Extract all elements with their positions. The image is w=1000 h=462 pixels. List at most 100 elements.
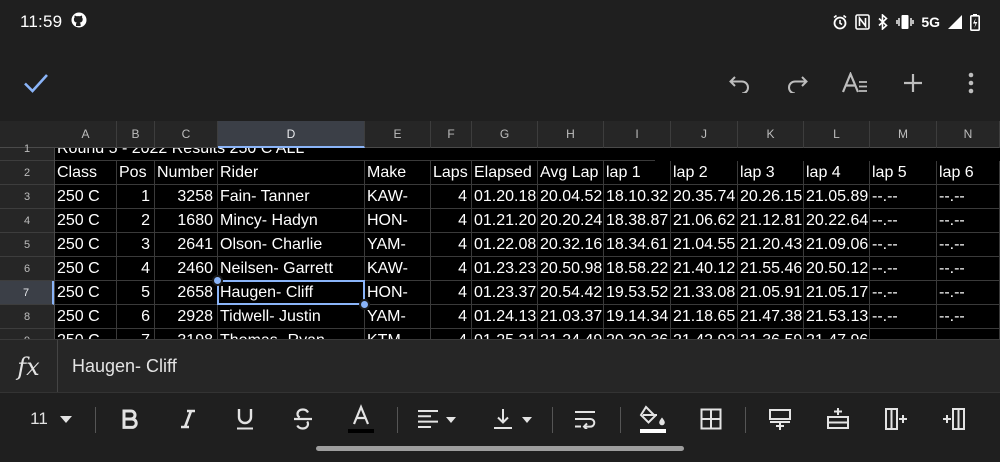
vertical-align-icon[interactable] [490,401,536,437]
row-header-3[interactable]: 3 [0,185,54,209]
table-cell[interactable]: 21.05.91 [738,281,804,305]
header-cell[interactable]: Number [155,161,218,185]
table-cell[interactable]: --.-- [937,233,1000,257]
column-header-k[interactable]: K [738,121,804,148]
table-cell[interactable]: 1 [117,185,155,209]
table-cell[interactable]: 250 C [55,233,117,257]
table-cell[interactable]: 19.14.34 [604,305,671,329]
table-cell[interactable]: KAW- [365,185,431,209]
check-icon[interactable] [21,68,51,98]
table-cell[interactable]: 18.58.22 [604,257,671,281]
header-cell[interactable]: Class [55,161,117,185]
table-cell[interactable]: --.-- [870,209,937,233]
table-cell[interactable]: 20.54.42 [538,281,604,305]
table-cell[interactable]: 2641 [155,233,218,257]
table-cell[interactable]: 3 [117,233,155,257]
table-cell[interactable]: 21.20.43 [738,233,804,257]
insert-column-left-icon[interactable] [936,401,972,437]
table-cell[interactable]: 18.34.61 [604,233,671,257]
table-cell[interactable]: 21.40.12 [671,257,738,281]
table-cell[interactable]: HON- [365,209,431,233]
table-cell[interactable]: Olson- Charlie [218,233,365,257]
table-cell[interactable]: 21.03.37 [538,305,604,329]
column-header-f[interactable]: F [431,121,472,148]
column-header-i[interactable]: I [604,121,671,148]
table-cell[interactable]: 250 C [55,281,117,305]
text-wrap-icon[interactable] [567,401,603,437]
borders-icon[interactable] [693,401,729,437]
table-cell[interactable]: --.-- [870,305,937,329]
column-header-a[interactable]: A [55,121,117,148]
table-cell[interactable]: 01.24.13 [472,305,538,329]
header-cell[interactable]: lap 2 [671,161,738,185]
horizontal-align-icon[interactable] [414,401,460,437]
underline-icon[interactable] [227,401,263,437]
table-cell[interactable]: 250 C [55,257,117,281]
selection-handle-start[interactable] [212,275,223,286]
table-cell[interactable]: 21.04.55 [671,233,738,257]
table-cell[interactable]: Neilsen- Garrett [218,257,365,281]
table-cell[interactable]: 01.23.37 [472,281,538,305]
font-size-dropdown[interactable]: 11 [22,401,80,437]
row-header-8[interactable]: 8 [0,305,54,329]
header-cell[interactable]: Rider [218,161,365,185]
table-cell[interactable]: --.-- [870,233,937,257]
table-cell[interactable]: 21.05.17 [804,281,870,305]
table-cell[interactable]: 18.10.32 [604,185,671,209]
table-cell[interactable]: Thomas- Ryan [218,329,365,339]
table-cell[interactable]: 21.55.46 [738,257,804,281]
header-cell[interactable]: Pos [117,161,155,185]
formula-input[interactable]: Haugen- Cliff [72,340,177,393]
table-cell[interactable]: 6 [117,305,155,329]
row-header-9[interactable]: 9 [0,329,54,339]
table-cell[interactable]: --.-- [937,281,1000,305]
table-cell[interactable]: --.-- [937,185,1000,209]
table-cell[interactable]: 20.50.12 [804,257,870,281]
table-cell[interactable]: 250 C [55,209,117,233]
cell-grid[interactable]: Round 5 - 2022 Results 250 C ALL Class Pos… [55,148,1000,339]
table-cell[interactable]: 18.38.87 [604,209,671,233]
table-cell[interactable]: HON- [365,281,431,305]
table-cell[interactable]: YAM- [365,233,431,257]
insert-row-below-icon[interactable] [820,401,856,437]
table-cell[interactable]: 20.26.15 [738,185,804,209]
table-cell[interactable]: 3198 [155,329,218,339]
table-cell[interactable]: 4 [431,233,472,257]
table-cell[interactable]: 2460 [155,257,218,281]
table-cell[interactable]: 01.22.08 [472,233,538,257]
home-indicator[interactable] [316,446,684,451]
table-cell[interactable]: --.-- [870,257,937,281]
header-cell[interactable]: Make [365,161,431,185]
table-cell[interactable]: 4 [431,209,472,233]
row-header-6[interactable]: 6 [0,257,54,281]
spreadsheet-grid[interactable]: ABCDEFGHIJKLMN 123456789 Round 5 - 2022 … [0,121,1000,339]
insert-row-above-icon[interactable] [762,401,798,437]
table-cell[interactable]: 21.09.06 [804,233,870,257]
table-cell[interactable]: 21.42.92 [671,329,738,339]
header-cell[interactable]: lap 1 [604,161,671,185]
table-cell[interactable]: 21.36.59 [738,329,804,339]
table-cell[interactable]: 20.30.36 [604,329,671,339]
table-cell[interactable]: 20.04.52 [538,185,604,209]
table-cell[interactable]: 250 C [55,329,117,339]
table-cell[interactable]: 01.21.20 [472,209,538,233]
table-cell[interactable]: 21.24.49 [538,329,604,339]
sheet-title-cell[interactable]: Round 5 - 2022 Results 250 C ALL [55,148,655,161]
table-cell[interactable]: 4 [431,257,472,281]
strikethrough-icon[interactable] [285,401,321,437]
bold-icon[interactable] [112,401,148,437]
row-header-2[interactable]: 2 [0,161,54,185]
table-cell[interactable]: 20.35.74 [671,185,738,209]
header-cell[interactable]: Laps [431,161,472,185]
header-cell[interactable]: lap 4 [804,161,870,185]
insert-column-right-icon[interactable] [878,401,914,437]
table-cell[interactable]: 4 [431,305,472,329]
table-cell[interactable]: 3258 [155,185,218,209]
column-header-g[interactable]: G [472,121,538,148]
table-cell[interactable]: 21.05.89 [804,185,870,209]
table-cell[interactable]: --.-- [937,209,1000,233]
table-cell[interactable]: 21.53.13 [804,305,870,329]
table-cell[interactable]: 21.47.96 [804,329,870,339]
column-header-n[interactable]: N [937,121,1000,148]
text-color-icon[interactable] [343,401,379,437]
